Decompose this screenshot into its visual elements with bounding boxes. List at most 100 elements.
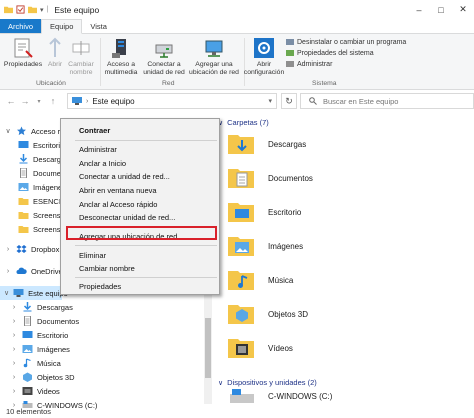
tab-equipo[interactable]: Equipo	[41, 19, 83, 34]
folder-label: Música	[268, 275, 294, 285]
media-access-label: Acceso a multimedia	[104, 61, 138, 76]
rename-icon	[72, 41, 90, 55]
expand-arrow-icon[interactable]: ›	[4, 268, 12, 275]
nav-label: Docume	[33, 168, 61, 178]
refresh-button[interactable]: ↻	[281, 93, 297, 109]
folder-icon	[18, 212, 29, 219]
folder-small-icon[interactable]	[28, 5, 37, 14]
nav-item-videos[interactable]: › Videos	[10, 384, 60, 398]
folder-item-imagenes[interactable]: Imágenes	[228, 234, 303, 258]
open-check-icon	[49, 37, 61, 57]
folder-label: Vídeos	[268, 343, 293, 353]
nav-item-esencial[interactable]: ESENCIA	[18, 194, 66, 208]
back-arrow-icon[interactable]: ←	[4, 96, 18, 106]
uninstall-program-button[interactable]: Desinstalar o cambiar un programa	[286, 38, 406, 46]
open-button[interactable]: Abrir	[44, 37, 66, 69]
cloud-icon	[16, 267, 27, 274]
window-title: Este equipo	[54, 4, 100, 15]
computer-icon	[72, 97, 82, 105]
system-properties-button[interactable]: Propiedades del sistema	[286, 49, 406, 57]
document-icon	[24, 316, 31, 326]
maximize-button[interactable]: □	[430, 0, 452, 19]
address-bar[interactable]: › Este equipo ▾	[67, 93, 277, 109]
folder-item-musica[interactable]: Música	[228, 268, 293, 292]
folder-item-descargas[interactable]: Descargas	[228, 132, 306, 156]
folder-icon[interactable]	[4, 5, 13, 14]
nav-item-imagenes[interactable]: Imágene	[18, 180, 62, 194]
expand-arrow-icon[interactable]: ›	[4, 246, 12, 253]
map-network-drive-label: Conectar a unidad de red	[143, 61, 185, 76]
folder-item-documentos[interactable]: Documentos	[228, 166, 313, 190]
nav-item-descargas[interactable]: › Descargas	[10, 300, 73, 314]
content-pane: ∨ Carpetas (7) Descargas Documentos Escr…	[214, 112, 474, 404]
folders-group-header[interactable]: ∨ Carpetas (7)	[218, 118, 269, 127]
menu-item-cambiar-nombre[interactable]: Cambiar nombre	[79, 262, 135, 274]
address-dropdown-icon[interactable]: ▾	[268, 97, 272, 105]
manage-button[interactable]: Administrar	[286, 60, 406, 68]
up-arrow-icon[interactable]: ↑	[46, 96, 60, 106]
menu-item-anclar-acceso[interactable]: Anclar al Acceso rápido	[79, 198, 157, 210]
nav-item-dropbox[interactable]: › Dropbox	[4, 242, 60, 256]
nav-item-documentos[interactable]: › Documentos	[10, 314, 79, 328]
checkbox-icon[interactable]	[16, 5, 25, 14]
map-network-drive-button[interactable]: Conectar a unidad de red	[142, 37, 186, 77]
nav-label: Escritorio	[37, 330, 69, 340]
nav-item-screenshots[interactable]: Screensh	[18, 222, 65, 236]
nav-item-quick-access[interactable]: ∨ Acceso rá	[4, 124, 64, 138]
expand-arrow-icon[interactable]: ›	[10, 346, 18, 353]
nav-item-escritorio[interactable]: Escritori	[18, 138, 60, 152]
folder-item-escritorio[interactable]: Escritorio	[228, 200, 301, 224]
expand-arrow-icon[interactable]: ›	[10, 360, 18, 367]
nav-item-onedrive[interactable]: › OneDrive	[4, 264, 63, 278]
menu-item-desconectar-unidad[interactable]: Desconectar unidad de red...	[79, 211, 175, 223]
collapse-arrow-icon[interactable]: ∨	[218, 379, 223, 387]
network-location-icon	[205, 40, 223, 57]
nav-scrollbar-thumb[interactable]	[205, 318, 211, 378]
menu-item-administrar[interactable]: Administrar	[79, 143, 117, 155]
nav-item-imagenes[interactable]: › Imágenes	[10, 342, 70, 356]
expand-arrow-icon[interactable]: ›	[10, 318, 18, 325]
collapse-arrow-icon[interactable]: ∨	[4, 289, 9, 297]
pictures-icon	[22, 345, 33, 353]
menu-item-eliminar[interactable]: Eliminar	[79, 249, 106, 261]
tab-vista[interactable]: Vista	[82, 19, 115, 33]
drive-item-c[interactable]: C-WINDOWS (C:)	[228, 388, 332, 404]
menu-item-abrir-ventana[interactable]: Abrir en ventana nueva	[79, 184, 157, 196]
nav-item-screenshots[interactable]: Screensh	[18, 208, 65, 222]
breadcrumb-chevron-icon[interactable]: ›	[86, 98, 88, 105]
menu-item-anclar-inicio[interactable]: Anclar a Inicio	[79, 157, 126, 169]
recent-chevron-icon[interactable]: ▾	[32, 98, 46, 105]
open-settings-button[interactable]: Abrir configuración	[244, 37, 284, 77]
collapse-arrow-icon[interactable]: ∨	[4, 127, 12, 135]
expand-arrow-icon[interactable]: ›	[10, 304, 18, 311]
add-network-location-button[interactable]: Agregar una ubicación de red	[186, 37, 242, 77]
nav-label: Música	[37, 358, 61, 368]
rename-button[interactable]: Cambiar nombre	[66, 37, 96, 77]
folder-item-videos[interactable]: Vídeos	[228, 336, 293, 360]
expand-arrow-icon[interactable]: ›	[10, 388, 18, 395]
nav-item-este-equipo[interactable]: ∨ Este equipo	[0, 286, 68, 300]
menu-item-contraer[interactable]: Contraer	[79, 124, 110, 136]
nav-item-musica[interactable]: › Música	[10, 356, 61, 370]
menu-item-propiedades[interactable]: Propiedades	[79, 280, 121, 292]
expand-arrow-icon[interactable]: ›	[10, 332, 18, 339]
forward-arrow-icon[interactable]: →	[18, 96, 32, 106]
nav-item-descargas[interactable]: Descarg	[18, 152, 61, 166]
search-input[interactable]: Buscar en Este equipo	[300, 93, 474, 109]
minimize-button[interactable]: –	[408, 0, 430, 19]
close-button[interactable]: ✕	[452, 0, 474, 19]
tab-archivo[interactable]: Archivo	[0, 19, 42, 33]
properties-button[interactable]: Propiedades	[4, 37, 42, 69]
qat-dropdown-icon[interactable]: ▾	[40, 6, 44, 14]
context-menu: Contraer Administrar Anclar a Inicio Con…	[60, 118, 220, 295]
nav-label: OneDrive	[31, 266, 63, 276]
media-access-button[interactable]: Acceso a multimedia	[100, 37, 142, 77]
nav-item-documentos[interactable]: Docume	[18, 166, 61, 180]
expand-arrow-icon[interactable]: ›	[10, 374, 18, 381]
nav-item-escritorio[interactable]: › Escritorio	[10, 328, 68, 342]
folder-item-objetos-3d[interactable]: Objetos 3D	[228, 302, 308, 326]
menu-item-conectar-unidad[interactable]: Conectar a unidad de red...	[79, 170, 170, 182]
drives-group-header[interactable]: ∨ Dispositivos y unidades (2)	[218, 378, 317, 387]
documents-folder-icon	[228, 169, 254, 188]
nav-item-objetos-3d[interactable]: › Objetos 3D	[10, 370, 75, 384]
